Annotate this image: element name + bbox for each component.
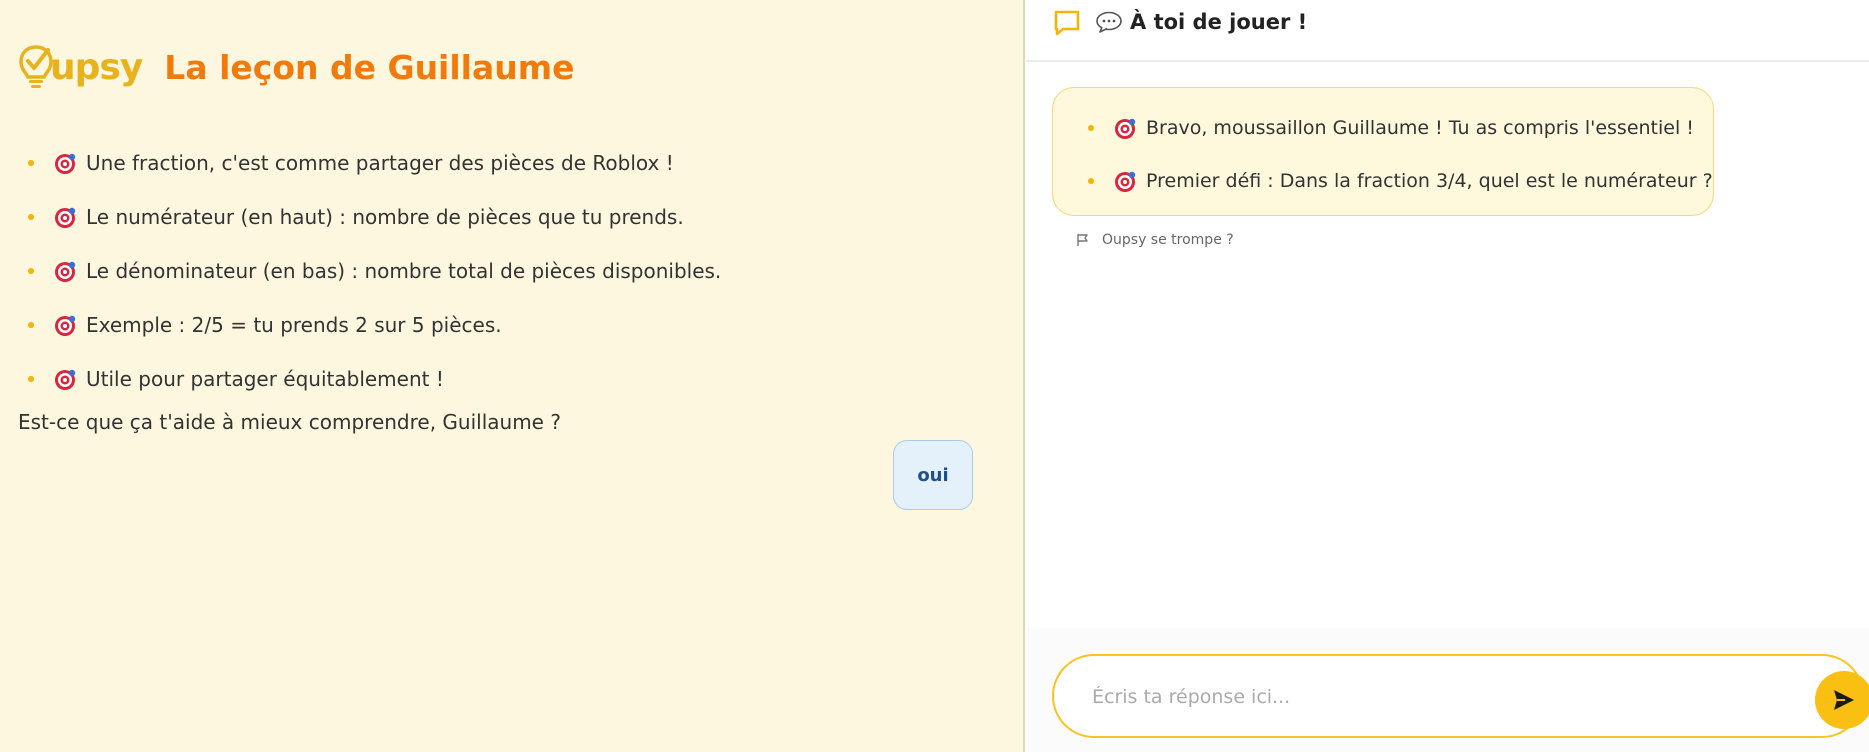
- report-error-link[interactable]: Oupsy se trompe ?: [1076, 232, 1234, 248]
- list-item: Utile pour partager équitablement !: [28, 352, 721, 406]
- target-icon: [55, 369, 76, 390]
- send-icon: [1834, 690, 1854, 710]
- lesson-panel: upsy La leçon de Guillaume Une fraction,…: [0, 0, 1025, 752]
- chat-title-text: À toi de jouer !: [1130, 10, 1308, 34]
- target-icon: [1115, 118, 1136, 139]
- chat-bubble-icon: [1054, 10, 1080, 36]
- target-icon: [55, 261, 76, 282]
- lesson-points: Une fraction, c'est comme partager des p…: [28, 136, 721, 406]
- speech-bubble-icon: [1096, 11, 1122, 33]
- message-composer: [1052, 654, 1869, 738]
- answer-input[interactable]: [1092, 678, 1772, 716]
- bullet-dot: [28, 322, 34, 328]
- oupsy-logo: upsy: [18, 44, 143, 90]
- send-button[interactable]: [1815, 671, 1869, 729]
- lesson-question: Est-ce que ça t'aide à mieux comprendre,…: [18, 410, 561, 434]
- list-item-text: Exemple : 2/5 = tu prends 2 sur 5 pièces…: [86, 313, 502, 337]
- bullet-dot: [28, 268, 34, 274]
- bullet-dot: [28, 214, 34, 220]
- bullet-dot: [1088, 177, 1094, 184]
- lightbulb-check-icon: [19, 45, 53, 88]
- report-error-label: Oupsy se trompe ?: [1102, 232, 1234, 248]
- bot-message-text: Premier défi : Dans la fraction 3/4, que…: [1146, 169, 1713, 192]
- target-icon: [55, 207, 76, 228]
- list-item: Bravo, moussaillon Guillaume ! Tu as com…: [1088, 101, 1713, 154]
- list-item-text: Le dénominateur (en bas) : nombre total …: [86, 259, 722, 283]
- page-title: La leçon de Guillaume: [164, 47, 575, 87]
- chat-header-title: À toi de jouer !: [1096, 10, 1307, 34]
- chat-header: À toi de jouer !: [1026, 0, 1869, 62]
- target-icon: [55, 153, 76, 174]
- bullet-dot: [28, 160, 34, 166]
- list-item: Exemple : 2/5 = tu prends 2 sur 5 pièces…: [28, 298, 721, 352]
- target-icon: [55, 315, 76, 336]
- logo-wordmark: upsy: [50, 46, 143, 88]
- flag-icon: [1077, 234, 1088, 246]
- bullet-dot: [1088, 124, 1094, 131]
- list-item-text: Le numérateur (en haut) : nombre de pièc…: [86, 205, 684, 229]
- list-item-text: Utile pour partager équitablement !: [86, 367, 444, 391]
- target-icon: [1115, 171, 1136, 192]
- bullet-dot: [28, 376, 34, 382]
- list-item: Le numérateur (en haut) : nombre de pièc…: [28, 190, 721, 244]
- list-item-text: Une fraction, c'est comme partager des p…: [86, 151, 674, 175]
- list-item: Le dénominateur (en bas) : nombre total …: [28, 244, 721, 298]
- bot-message-text: Bravo, moussaillon Guillaume ! Tu as com…: [1146, 116, 1694, 139]
- user-reply-bubble: oui: [893, 440, 973, 510]
- chat-panel: À toi de jouer ! Bravo, moussaillon Guil…: [1026, 0, 1869, 752]
- bot-message: Bravo, moussaillon Guillaume ! Tu as com…: [1052, 87, 1714, 216]
- lesson-header: upsy La leçon de Guillaume: [18, 44, 575, 90]
- list-item: Premier défi : Dans la fraction 3/4, que…: [1088, 154, 1713, 207]
- bot-message-list: Bravo, moussaillon Guillaume ! Tu as com…: [1088, 101, 1713, 207]
- list-item: Une fraction, c'est comme partager des p…: [28, 136, 721, 190]
